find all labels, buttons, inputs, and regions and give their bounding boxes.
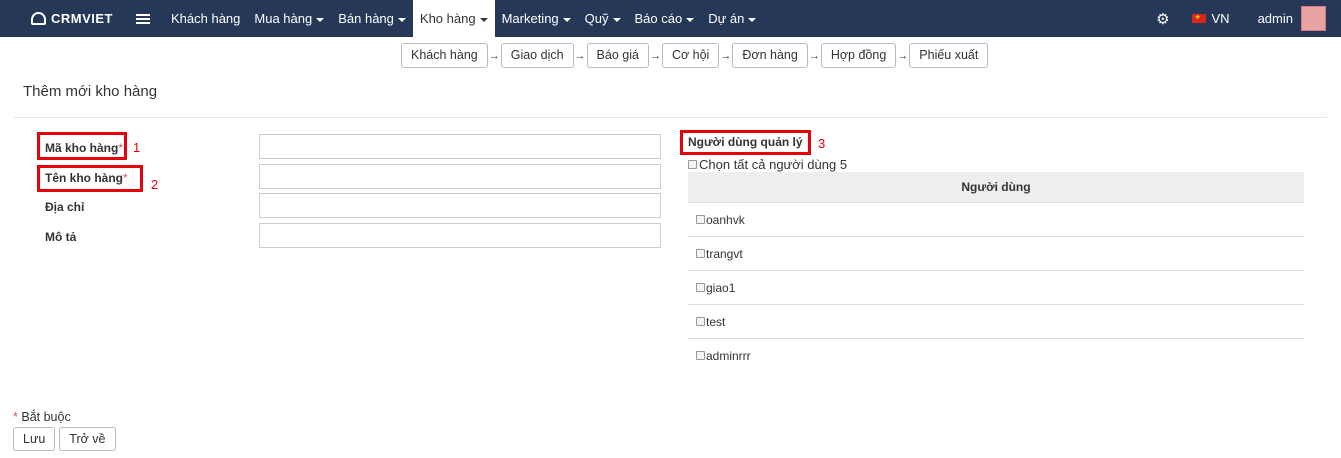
nav-item-label: Marketing (501, 11, 559, 26)
description-label: Mô tả (45, 230, 77, 244)
nav-item-label: Kho hàng (419, 11, 476, 26)
page-title: Thêm mới kho hàng (23, 83, 158, 100)
save-button[interactable]: Lưu (13, 427, 56, 451)
table-row: giao1 (688, 271, 1304, 305)
nav-item-label: Bán hàng (338, 11, 394, 26)
select-all-label: Chọn tất cả người dùng 5 (699, 157, 848, 172)
user-name-label: trangvt (706, 246, 743, 261)
description-input[interactable] (259, 223, 661, 248)
nav-item-label: Dự án (708, 11, 745, 26)
annotation-number-2: 2 (151, 177, 159, 192)
workflow-step-button[interactable]: Báo giá (586, 43, 649, 68)
nav-item-label: Quỹ (584, 11, 609, 26)
table-row: trangvt (688, 237, 1304, 271)
table-row: oanhvk (688, 203, 1304, 237)
user-checkbox[interactable] (696, 317, 705, 326)
caret-down-icon (397, 17, 406, 22)
user-name-label: oanhvk (706, 212, 745, 227)
required-note: * Bắt buộc (13, 410, 71, 424)
workflow-step-button[interactable]: Hợp đồng (820, 43, 897, 68)
user-checkbox[interactable] (696, 249, 705, 258)
nav-item-6[interactable]: Báo cáo (628, 0, 702, 37)
caret-down-icon (479, 17, 488, 22)
logo-icon (31, 12, 46, 25)
arrow-right-icon: → (808, 49, 820, 62)
language-label: VN (1211, 11, 1230, 26)
nav-item-1[interactable]: Mua hàng (247, 0, 331, 37)
nav-item-0[interactable]: Khách hàng (164, 0, 247, 37)
vietnam-flag-icon (1191, 13, 1206, 23)
user-name[interactable]: admin (1258, 11, 1293, 26)
workflow-step-button[interactable]: Đơn hàng (732, 43, 808, 68)
nav-item-4[interactable]: Marketing (495, 0, 578, 37)
gear-icon[interactable]: ⚙ (1156, 10, 1169, 28)
select-all-checkbox[interactable] (688, 160, 697, 169)
user-name-label: adminrrr (706, 348, 751, 363)
highlight-box-1 (37, 132, 127, 160)
address-input[interactable] (259, 193, 661, 218)
brand-name: CRMVIET (51, 11, 113, 26)
back-button[interactable]: Trở về (59, 427, 116, 451)
workflow-steps: Khách hàng → Giao dịch → Báo giá → Cơ hội → Đơn … (401, 43, 989, 68)
annotation-number-1: 1 (133, 140, 141, 155)
nav-item-label: Mua hàng (254, 11, 313, 26)
annotation-number-3: 3 (818, 136, 826, 151)
arrow-right-icon: → (897, 49, 909, 62)
workflow-step-button[interactable]: Cơ hội (661, 43, 720, 68)
table-row: test (688, 305, 1304, 339)
select-all-users[interactable]: Chọn tất cả người dùng 5 (688, 157, 847, 172)
top-navbar: CRMVIET Khách hàng Mua hàng Bán hàng Kho hà… (0, 0, 1341, 37)
divider (14, 117, 1327, 118)
workflow-step-button[interactable]: Khách hàng (401, 43, 488, 68)
code-input[interactable] (259, 134, 661, 159)
highlight-box-2 (37, 165, 143, 192)
arrow-right-icon: → (488, 49, 500, 62)
arrow-right-icon: → (720, 49, 732, 62)
users-column-header: Người dùng (688, 172, 1304, 203)
caret-down-icon (562, 17, 571, 22)
users-table: Người dùng oanhvk trangvt giao1 test adminrr… (688, 172, 1304, 372)
user-name-label: test (706, 314, 726, 329)
nav-item-label: Báo cáo (634, 11, 683, 26)
caret-down-icon (748, 17, 757, 22)
table-row: adminrrr (688, 339, 1304, 372)
main-nav: Khách hàng Mua hàng Bán hàng Kho hàng Market… (164, 0, 763, 37)
nav-item-7[interactable]: Dự án (701, 0, 763, 37)
avatar[interactable] (1301, 6, 1326, 31)
arrow-right-icon: → (649, 49, 661, 62)
name-input[interactable] (259, 164, 661, 189)
nav-item-2[interactable]: Bán hàng (331, 0, 413, 37)
nav-item-5[interactable]: Quỹ (578, 0, 628, 37)
language-selector[interactable]: VN (1191, 11, 1230, 26)
caret-down-icon (316, 17, 325, 22)
nav-item-label: Khách hàng (171, 11, 241, 26)
nav-item-3[interactable]: Kho hàng (412, 0, 495, 37)
caret-down-icon (686, 17, 695, 22)
user-checkbox[interactable] (696, 351, 705, 360)
user-name-label: giao1 (706, 280, 736, 295)
address-label: Địa chỉ (45, 200, 85, 214)
hamburger-menu-icon[interactable] (136, 13, 150, 24)
user-checkbox[interactable] (696, 283, 705, 292)
arrow-right-icon: → (574, 49, 586, 62)
brand[interactable]: CRMVIET (0, 0, 130, 37)
user-checkbox[interactable] (696, 215, 705, 224)
highlight-box-3 (680, 130, 811, 155)
workflow-step-button[interactable]: Phiếu xuất (909, 43, 989, 68)
caret-down-icon (612, 17, 621, 22)
workflow-step-button[interactable]: Giao dịch (500, 43, 574, 68)
